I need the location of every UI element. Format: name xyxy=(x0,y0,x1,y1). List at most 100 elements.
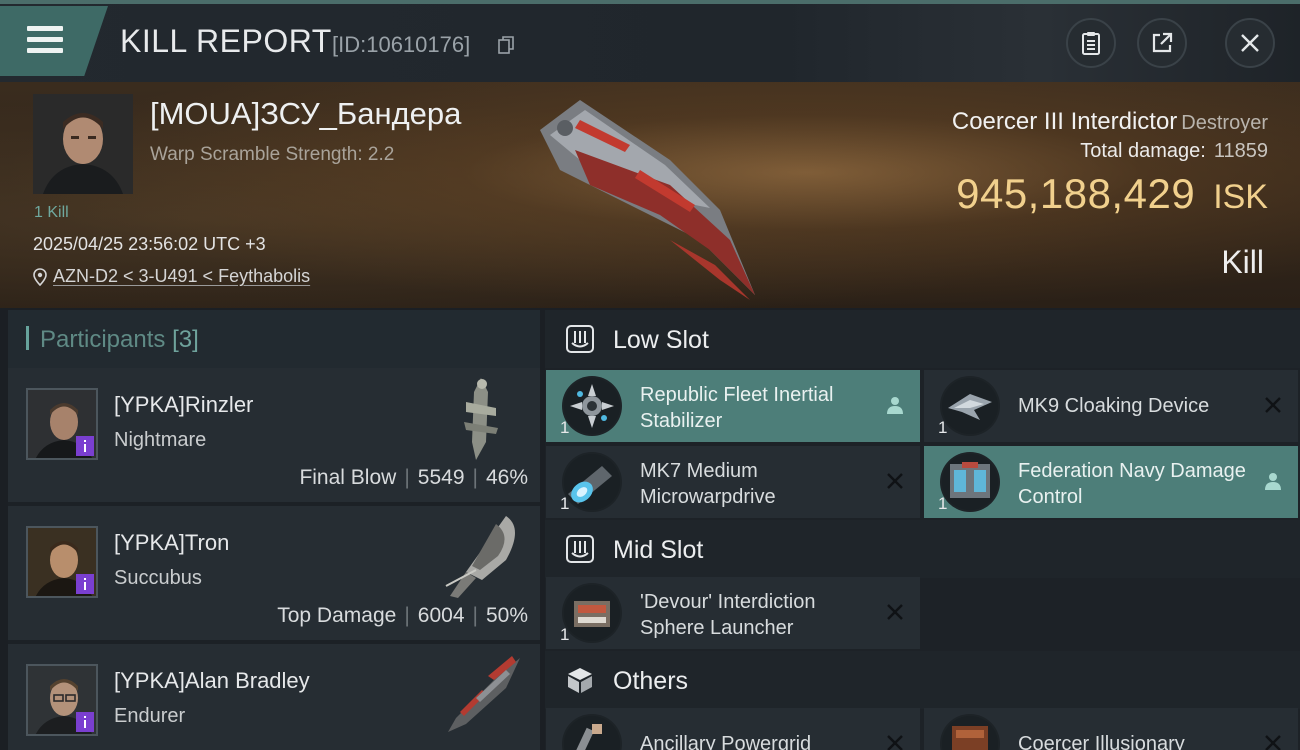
others-title: Others xyxy=(613,667,689,695)
module-federation-navy-damage-control[interactable]: 1 Federation Navy Damage Control xyxy=(924,446,1298,518)
participant-card[interactable]: [YPKA]Tron Succubus Top Damage | 6004 | 50% xyxy=(8,506,540,640)
participant-ship: Endurer xyxy=(114,705,186,727)
isk-amount: 945,188,429 xyxy=(956,170,1196,217)
module-name: Federation Navy Damage Control xyxy=(1018,460,1246,508)
ancillary-powergrid-icon xyxy=(562,714,622,750)
ship-class: Destroyer xyxy=(1181,112,1268,134)
stat-separator: | xyxy=(472,604,478,627)
corp-badge-icon xyxy=(76,436,94,456)
participant-ship: Nightmare xyxy=(114,429,207,451)
participants-panel: Participants [3] [YPKA]Rinzler Nightmare… xyxy=(8,310,540,750)
victim-portrait[interactable] xyxy=(33,94,133,194)
kill-location-link[interactable]: AZN-D2 < 3-U491 < Feythabolis xyxy=(33,266,310,287)
stat-separator: | xyxy=(472,466,478,489)
kill-count: 1 Kill xyxy=(34,204,69,221)
succubus-ship-icon xyxy=(445,516,515,598)
participant-stats: Final Blow | 5549 | 46% xyxy=(299,466,528,490)
clipboard-icon xyxy=(1082,32,1100,55)
module-devour-interdiction-sphere-launcher[interactable]: 1 'Devour' Interdiction Sphere Launcher xyxy=(546,577,920,649)
participant-name[interactable]: [YPKA]Tron xyxy=(114,530,229,556)
participant-stats: Top Damage | 6004 | 50% xyxy=(277,604,528,628)
isk-value: 945,188,429 ISK xyxy=(956,170,1268,218)
destroyed-x-icon xyxy=(887,735,903,750)
menu-button[interactable] xyxy=(0,6,108,76)
clipboard-button[interactable] xyxy=(1066,18,1116,68)
victim-ship-image[interactable] xyxy=(520,90,780,305)
module-quantity: 1 xyxy=(938,418,948,437)
stat-separator: | xyxy=(404,466,410,489)
participant-avatar xyxy=(26,388,98,460)
victim-pilot-name[interactable]: [MOUA]ЗСУ_Бандера xyxy=(150,96,461,132)
participant-damage-percent: 50% xyxy=(485,604,528,627)
copy-icon[interactable] xyxy=(498,36,514,54)
endurer-ship-icon xyxy=(448,656,520,732)
inertial-stabilizer-icon xyxy=(562,376,622,436)
pilot-portrait-image xyxy=(33,94,133,194)
participant-damage-percent: 46% xyxy=(485,466,528,489)
fitting-panel: Low Slot 1 Republic Fleet Inertial Stabi… xyxy=(545,310,1300,750)
module-coercer-illusionary[interactable]: Coercer Illusionary xyxy=(924,708,1298,750)
module-quantity: 1 xyxy=(560,625,570,644)
share-icon xyxy=(1152,32,1173,53)
mid-slot-title: Mid Slot xyxy=(613,536,704,564)
module-name: Ancillary Powergrid xyxy=(640,733,812,750)
total-damage: Total damage: 11859 xyxy=(1080,140,1268,163)
share-button[interactable] xyxy=(1137,18,1187,68)
ship-type-name: Coercer III Interdictor xyxy=(951,108,1178,135)
nightmare-ship-icon xyxy=(464,378,498,460)
module-ancillary-powergrid[interactable]: Ancillary Powergrid xyxy=(546,708,920,750)
destroyed-x-icon xyxy=(887,604,903,620)
stat-separator: | xyxy=(404,604,410,627)
participants-title-text: Participants xyxy=(40,326,166,353)
module-name: MK7 Medium Microwarpdrive xyxy=(640,460,776,508)
total-damage-value: 11859 xyxy=(1213,140,1268,162)
mid-slot-header: Mid Slot xyxy=(545,520,1300,578)
kill-datetime: 2025/04/25 23:56:02 UTC +3 xyxy=(33,234,266,254)
destroyed-x-icon xyxy=(1265,735,1281,750)
total-damage-label: Total damage: xyxy=(1080,140,1206,162)
warp-scramble-strength: Warp Scramble Strength: 2.2 xyxy=(150,144,395,165)
low-slot-icon xyxy=(566,325,594,353)
top-bar: KILL REPORT [ID:10610176] xyxy=(0,0,1300,82)
page-title: KILL REPORT xyxy=(120,23,332,59)
hamburger-icon xyxy=(27,26,63,31)
mid-slot-icon xyxy=(566,535,594,563)
microwarpdrive-icon xyxy=(562,452,622,512)
damage-control-icon xyxy=(940,452,1000,512)
cloaking-device-icon xyxy=(940,376,1000,436)
participant-card[interactable]: [YPKA]Alan Bradley Endurer xyxy=(8,644,540,750)
module-quantity: 1 xyxy=(938,494,948,513)
victim-ship-name[interactable]: Coercer III Interdictor Destroyer xyxy=(952,108,1268,136)
participant-avatar xyxy=(26,526,98,598)
hamburger-icon-bar xyxy=(27,37,63,42)
participant-card[interactable]: [YPKA]Rinzler Nightmare Final Blow | 5549 |… xyxy=(8,368,540,502)
module-mk9-cloaking-device[interactable]: 1 MK9 Cloaking Device xyxy=(924,370,1298,442)
participant-ship: Succubus xyxy=(114,567,202,589)
location-text: AZN-D2 < 3-U491 < Feythabolis xyxy=(53,266,311,286)
participant-avatar xyxy=(26,664,98,736)
close-button[interactable] xyxy=(1225,18,1275,68)
others-header: Others xyxy=(545,651,1300,709)
participants-header: Participants [3] xyxy=(8,310,540,368)
module-quantity: 1 xyxy=(560,418,570,437)
module-name: Coercer Illusionary xyxy=(1018,733,1185,750)
destroyed-x-icon xyxy=(1265,397,1281,413)
cube-icon xyxy=(568,668,592,693)
participant-role: Final Blow xyxy=(299,466,397,489)
participants-title: Participants [3] xyxy=(40,326,199,354)
participant-name[interactable]: [YPKA]Alan Bradley xyxy=(114,668,310,694)
module-name: MK9 Cloaking Device xyxy=(1018,395,1210,417)
isk-unit: ISK xyxy=(1213,178,1268,216)
report-result: Kill xyxy=(1221,244,1264,280)
module-mk7-medium-microwarpdrive[interactable]: 1 MK7 Medium Microwarpdrive xyxy=(546,446,920,518)
participant-role: Top Damage xyxy=(277,604,397,627)
coercer-illusionary-icon xyxy=(940,714,1000,750)
hamburger-icon-bar xyxy=(27,48,63,53)
participants-count: [3] xyxy=(172,326,199,353)
participant-name[interactable]: [YPKA]Rinzler xyxy=(114,392,253,418)
dropped-person-icon xyxy=(887,397,903,414)
participant-damage: 6004 xyxy=(417,604,465,627)
module-republic-fleet-inertial-stabilizer[interactable]: 1 Republic Fleet Inertial Stabilizer xyxy=(546,370,920,442)
dropped-person-icon xyxy=(1265,473,1281,490)
module-name: Republic Fleet Inertial Stabilizer xyxy=(640,384,834,432)
